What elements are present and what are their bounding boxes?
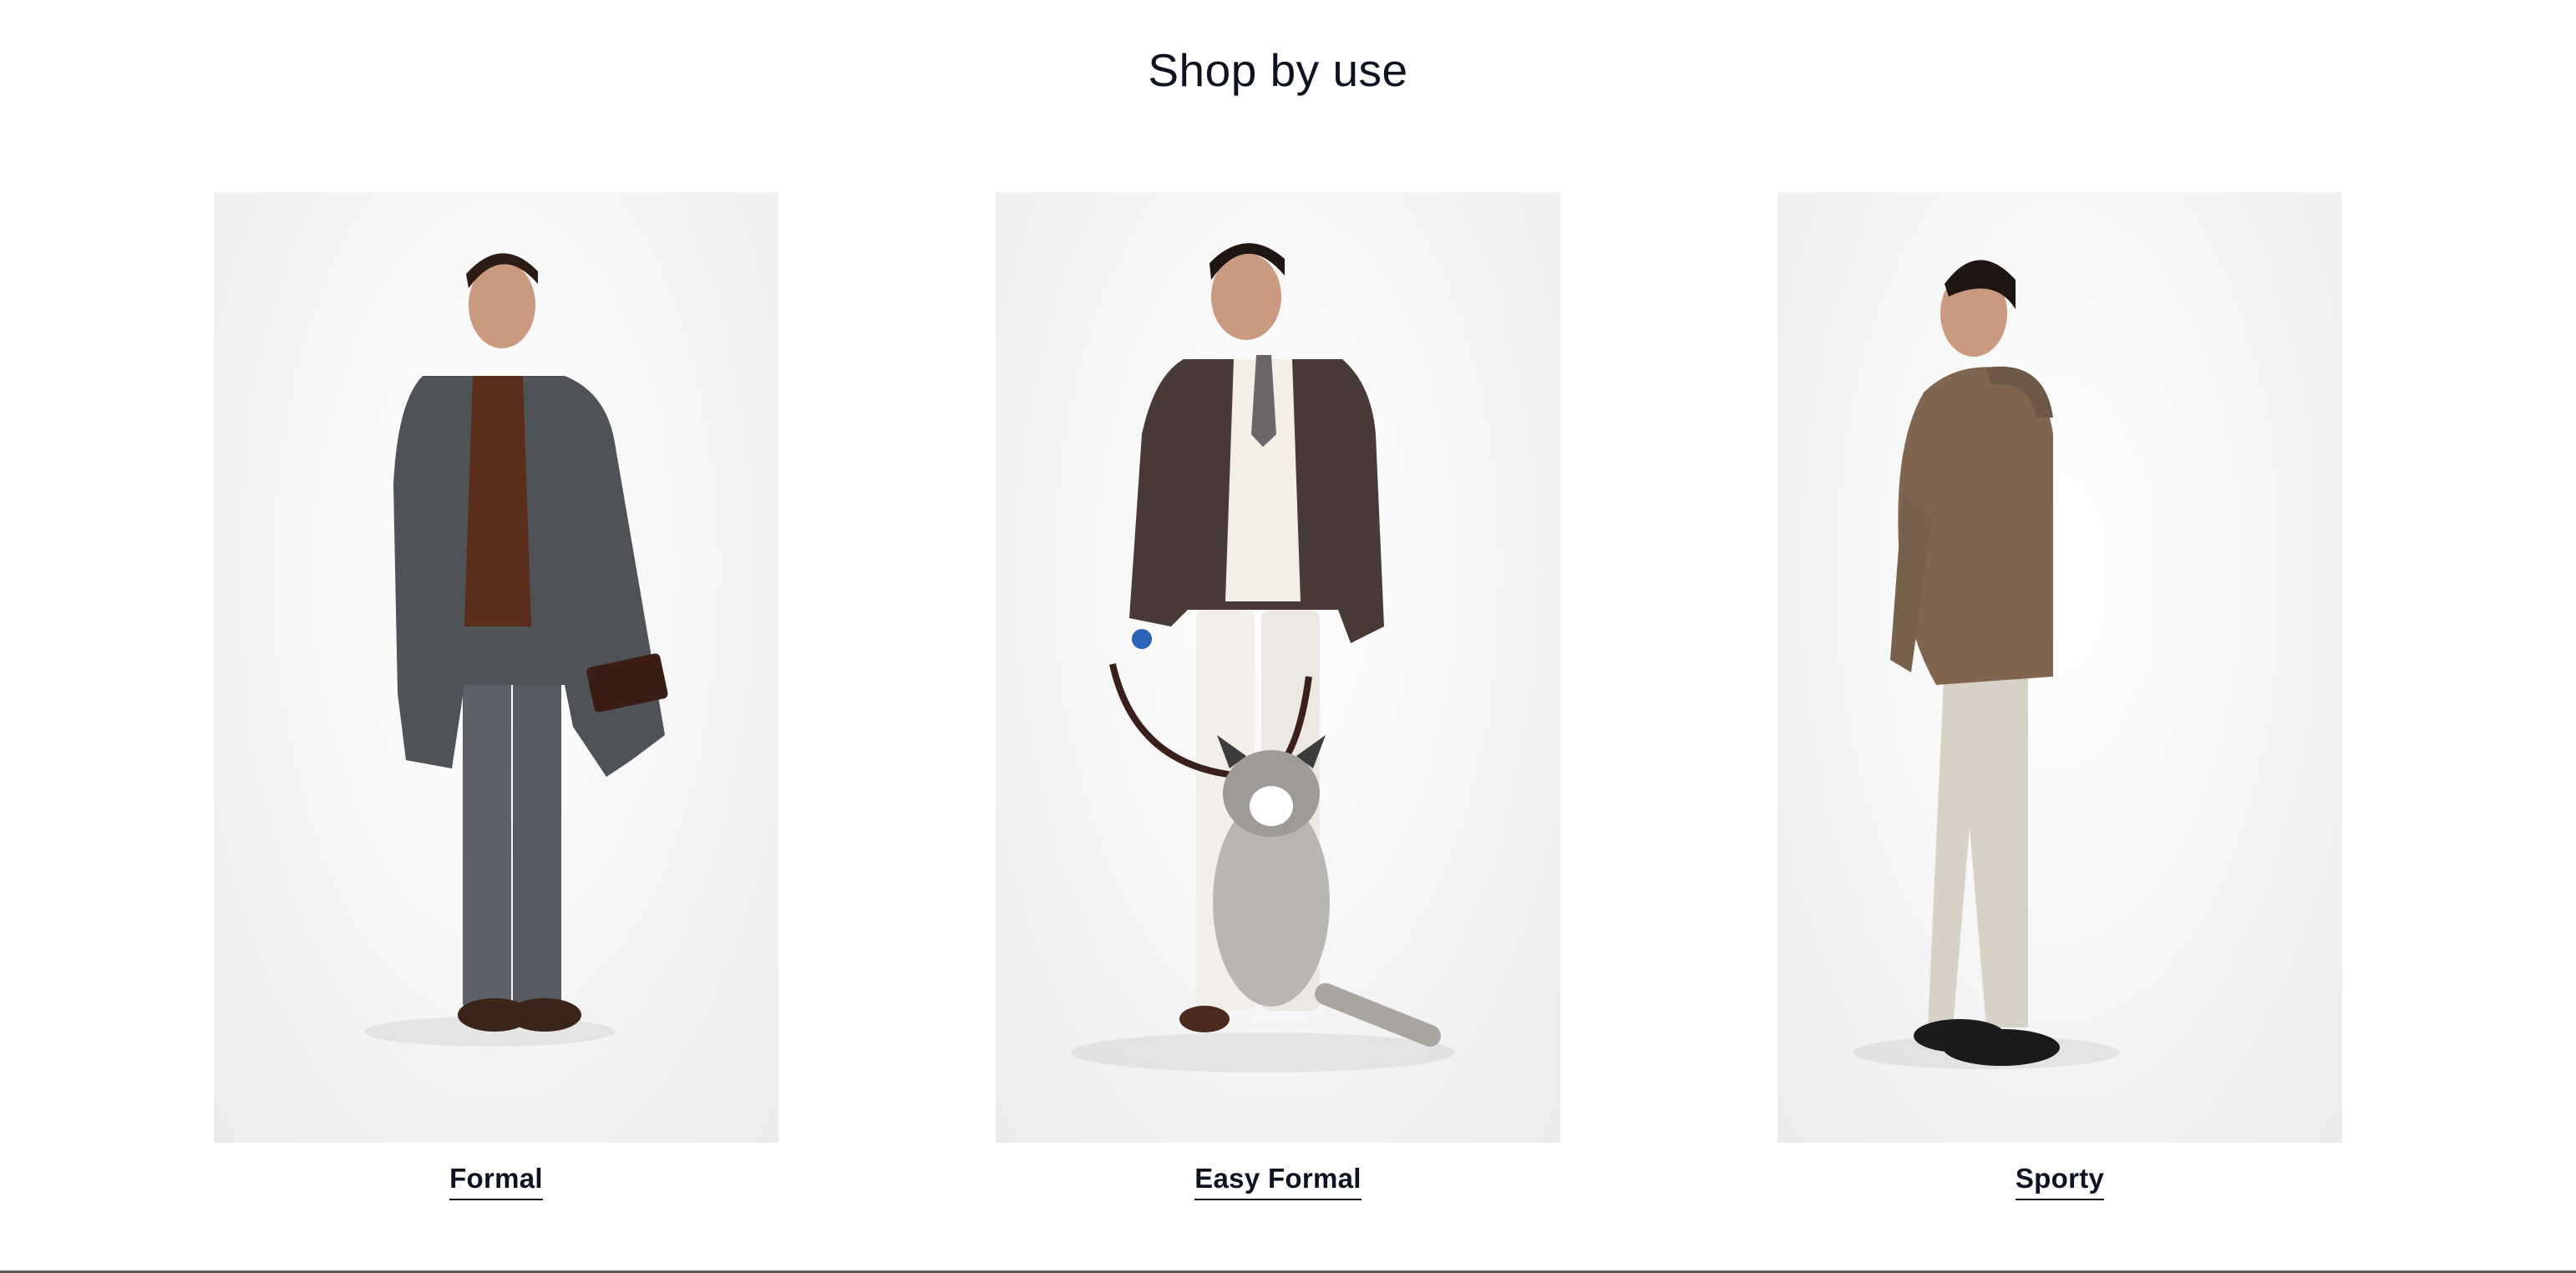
category-card-easy-formal[interactable]: Easy Formal — [996, 192, 1560, 1232]
category-image-sporty[interactable] — [1777, 192, 2342, 1143]
category-link-easy-formal[interactable]: Easy Formal — [1194, 1163, 1362, 1200]
category-label-sporty[interactable]: Sporty — [1777, 1163, 2342, 1200]
category-label-formal[interactable]: Formal — [214, 1163, 778, 1200]
category-image-easy-formal[interactable] — [996, 192, 1560, 1143]
shop-by-use-section: Shop by use Formal Easy Formal Sporty — [0, 0, 2576, 1273]
category-image-formal[interactable] — [214, 192, 778, 1143]
category-card-formal[interactable]: Formal — [214, 192, 778, 1232]
category-link-sporty[interactable]: Sporty — [2015, 1163, 2105, 1200]
man-in-brown-blazer-with-dog-illustration — [1071, 243, 1455, 1073]
man-in-hooded-jacket-illustration — [1853, 260, 2120, 1069]
category-link-formal[interactable]: Formal — [449, 1163, 543, 1200]
category-label-easy-formal[interactable]: Easy Formal — [996, 1163, 1560, 1200]
section-title: Shop by use — [1148, 44, 1408, 96]
category-card-sporty[interactable]: Sporty — [1777, 192, 2342, 1232]
man-in-grey-overcoat-illustration — [364, 253, 668, 1047]
